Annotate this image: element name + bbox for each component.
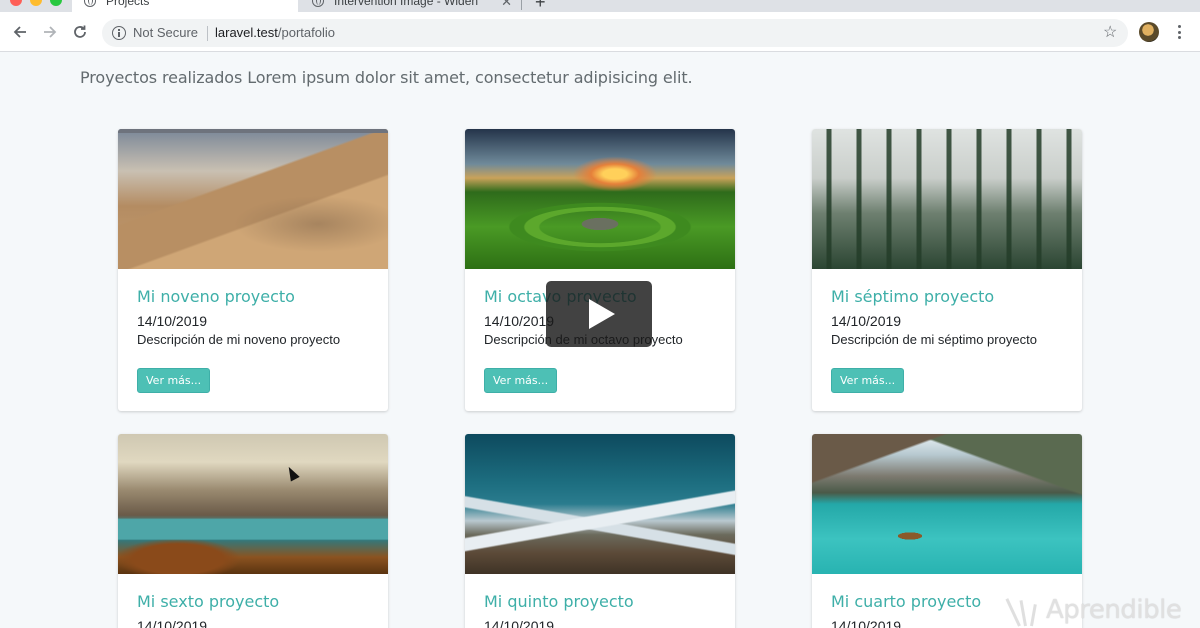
ver-mas-button[interactable]: Ver más... (831, 368, 905, 393)
project-date: 14/10/2019 (137, 313, 208, 329)
project-image[interactable] (812, 434, 1082, 574)
project-date: 14/10/2019 (831, 313, 902, 329)
project-card: Mi séptimo proyecto 14/10/2019 Descripci… (812, 129, 1082, 411)
project-card: Mi quinto proyecto 14/10/2019 (465, 434, 735, 628)
close-tab-icon[interactable]: ✕ (501, 0, 512, 10)
project-card: Mi sexto proyecto 14/10/2019 (118, 434, 388, 628)
project-title[interactable]: Mi séptimo proyecto (831, 287, 1063, 307)
project-image[interactable] (465, 434, 735, 574)
reload-icon (74, 25, 86, 38)
arrow-right-icon (44, 26, 57, 38)
project-title[interactable]: Mi sexto proyecto (137, 592, 369, 612)
tab-title: Intervention Image - Widen (334, 0, 479, 8)
project-image[interactable] (465, 129, 735, 269)
bookmark-star-icon[interactable]: ☆ (1103, 22, 1117, 42)
aprendible-logo-icon (1005, 594, 1042, 627)
project-date: 14/10/2019 (137, 618, 208, 628)
globe-icon (84, 0, 96, 7)
url-text[interactable]: laravel.test/portafolio (215, 25, 335, 40)
project-title[interactable]: Mi noveno proyecto (137, 287, 369, 307)
watermark: Aprendible (1005, 594, 1182, 627)
video-play-button[interactable] (546, 281, 652, 347)
watermark-text: Aprendible (1046, 595, 1182, 625)
project-date: 14/10/2019 (484, 618, 555, 628)
project-image[interactable] (812, 129, 1082, 269)
browser-toolbar: Not Secure laravel.test/portafolio ☆ (0, 12, 1200, 52)
ver-mas-button[interactable]: Ver más... (137, 368, 211, 393)
window-maximize-icon[interactable] (50, 0, 62, 6)
tab-projects[interactable]: Projects (72, 0, 298, 12)
url-host: laravel.test (215, 25, 278, 40)
window-minimize-icon[interactable] (30, 0, 42, 6)
tab-title: Projects (106, 0, 150, 8)
window-close-icon[interactable] (10, 0, 22, 6)
ver-mas-button[interactable]: Ver más... (484, 368, 558, 393)
page-intro: Proyectos realizados Lorem ipsum dolor s… (80, 68, 693, 87)
project-title[interactable]: Mi quinto proyecto (484, 592, 716, 612)
tab-strip: Projects Intervention Image - Widen ✕ + (0, 0, 1200, 12)
forward-button[interactable] (38, 20, 62, 44)
browser-menu-icon[interactable] (1171, 23, 1187, 41)
security-label: Not Secure (133, 25, 199, 40)
tab-intervention-image[interactable]: Intervention Image - Widen ✕ (300, 0, 522, 12)
profile-avatar[interactable] (1139, 22, 1159, 42)
info-icon[interactable] (112, 26, 126, 40)
project-description: Descripción de mi séptimo proyecto (831, 332, 1037, 347)
project-description: Descripción de mi noveno proyecto (137, 332, 341, 347)
project-card: Mi octavo proyecto 14/10/2019 Descripció… (465, 129, 735, 411)
project-image[interactable] (118, 129, 388, 269)
url-path: /portafolio (277, 25, 335, 40)
url-divider (207, 26, 208, 41)
arrow-left-icon (13, 26, 26, 38)
reload-button[interactable] (68, 20, 92, 44)
new-tab-button[interactable]: + (535, 0, 546, 12)
tab-divider (521, 0, 522, 10)
back-button[interactable] (8, 20, 32, 44)
globe-icon (312, 0, 324, 7)
project-card: Mi noveno proyecto 14/10/2019 Descripció… (118, 129, 388, 411)
address-bar[interactable]: Not Secure laravel.test/portafolio ☆ (102, 19, 1128, 47)
project-image[interactable] (118, 434, 388, 574)
